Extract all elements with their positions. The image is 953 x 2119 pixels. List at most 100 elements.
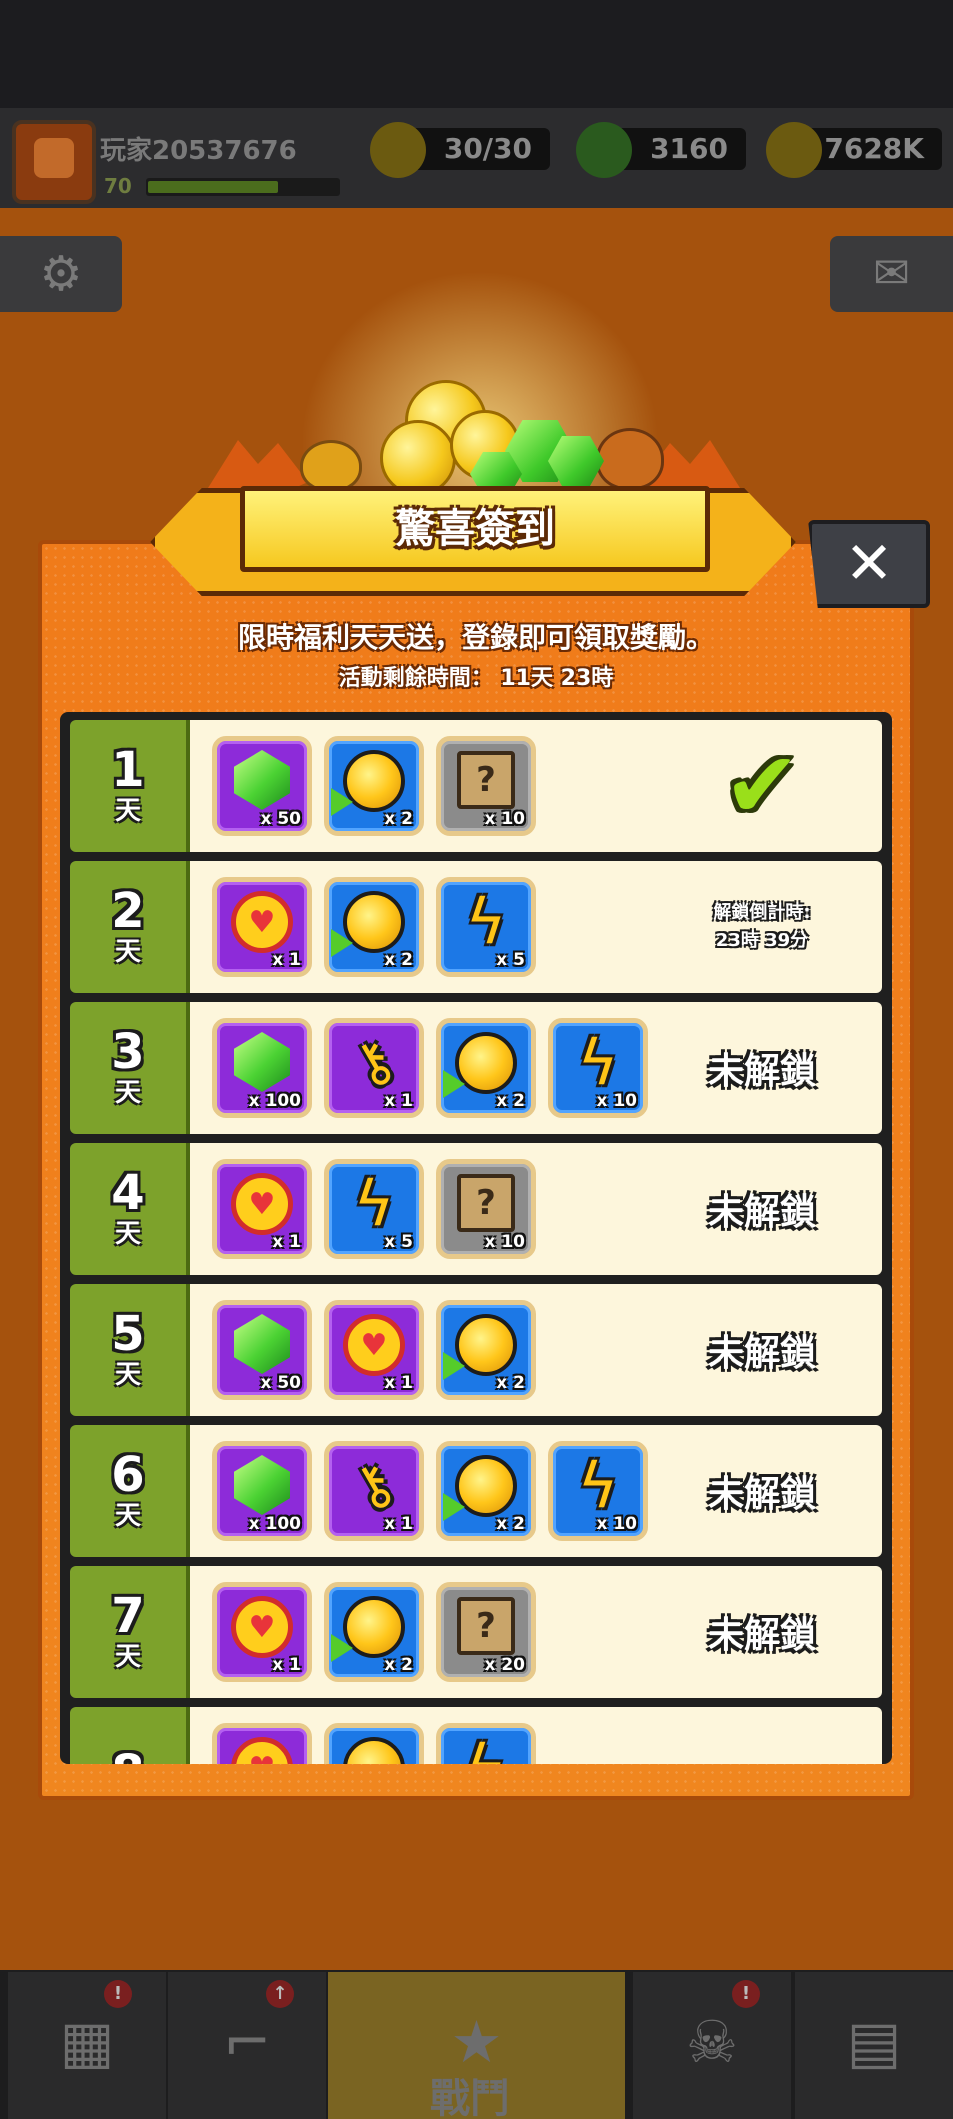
event-timer: 活動剩餘時間： 11天 23時: [338, 666, 614, 691]
day-row[interactable]: 2 天 ♥ x 1x 2ϟx 5 解鎖倒計時: 23時 39分: [70, 861, 882, 993]
reward-item[interactable]: ♥: [212, 1723, 312, 1764]
mail-button[interactable]: ✉: [830, 236, 953, 312]
gold-coin-icon: [443, 1314, 517, 1380]
day-unit: 天: [114, 937, 141, 967]
reward-quantity: x 100: [248, 1514, 301, 1534]
reward-quantity: x 10: [596, 1091, 637, 1111]
notification-dot: !: [732, 1980, 760, 2008]
reward-item[interactable]: x 2: [436, 1018, 536, 1118]
nav-map[interactable]: ▤: [795, 1972, 953, 2119]
day-label: 5天: [70, 1284, 190, 1416]
reward-item[interactable]: [324, 1723, 424, 1764]
gem-icon: [234, 1455, 290, 1515]
day-label: 8: [70, 1707, 190, 1764]
locked-status: 未解鎖: [707, 1333, 816, 1374]
reward-item[interactable]: x 100: [212, 1441, 312, 1541]
reward-item[interactable]: x 2: [324, 736, 424, 836]
heart-medal-icon: ♥: [231, 1737, 293, 1764]
player-name: 玩家20537676: [100, 136, 297, 166]
gold-coin-icon: [331, 750, 405, 816]
locked-status: 未解鎖: [707, 1615, 816, 1656]
reward-item[interactable]: ♥ x 1: [212, 877, 312, 977]
reward-item[interactable]: ♥ x 1: [212, 1159, 312, 1259]
nav-weapons[interactable]: ⌐: [168, 1972, 326, 2119]
checkmark-icon: ✔: [723, 732, 801, 839]
reward-item[interactable]: ? x 10: [436, 1159, 536, 1259]
mystery-scroll-icon: ?: [457, 1597, 515, 1655]
reward-quantity: x 1: [384, 1514, 413, 1534]
reward-item[interactable]: ϟx 10: [548, 1441, 648, 1541]
acorn-icon: [596, 428, 664, 490]
reward-item[interactable]: x 50: [212, 1300, 312, 1400]
reward-quantity: x 50: [260, 809, 301, 829]
reward-quantity: x 20: [484, 1655, 525, 1675]
countdown-label: 解鎖倒計時:: [713, 902, 811, 923]
energy-value: 30/30: [443, 132, 532, 165]
day-row: 1天 x 50 x 2? x 10 ✔: [70, 720, 882, 852]
reward-item[interactable]: ♥ x 1: [212, 1582, 312, 1682]
day-number: 1: [111, 742, 145, 798]
reward-item[interactable]: ⚷ x 1: [324, 1018, 424, 1118]
reward-quantity: x 1: [272, 1232, 301, 1252]
countdown-time: 23時 39分: [715, 930, 809, 951]
reward-quantity: x 2: [496, 1091, 525, 1111]
energy-bolt-icon: ϟ: [353, 1167, 395, 1240]
gems-value: 3160: [650, 132, 728, 165]
reward-item[interactable]: ϟx 10: [548, 1018, 648, 1118]
settings-button[interactable]: ⚙: [0, 236, 122, 312]
gem-icon: [576, 122, 632, 178]
reward-item[interactable]: ϟx 5: [324, 1159, 424, 1259]
reward-item[interactable]: ⚷ x 1: [324, 1441, 424, 1541]
reward-item[interactable]: ϟ: [436, 1723, 536, 1764]
weapon-icon: ⌐: [222, 2008, 272, 2076]
day-unit: 天: [114, 1078, 141, 1108]
reward-quantity: x 10: [484, 809, 525, 829]
reward-item[interactable]: ? x 10: [436, 736, 536, 836]
day-number: 2: [111, 883, 145, 939]
nav-skull[interactable]: ☠: [633, 1972, 791, 2119]
day-unit: 天: [114, 1642, 141, 1672]
reward-item[interactable]: x 2: [324, 877, 424, 977]
reward-list[interactable]: 1天x 50 x 2? x 10 ✔ 2 天 ♥ x 1x 2ϟx 5 解鎖倒計時: 23時 39…: [60, 712, 892, 1764]
reward-item[interactable]: ? x 20: [436, 1582, 536, 1682]
reward-item[interactable]: ϟx 5: [436, 877, 536, 977]
day-row: 6天 x 100 ⚷ x 1 x 2 ϟx 10 未解鎖: [70, 1425, 882, 1557]
day-unit: 天: [114, 796, 141, 826]
reward-item[interactable]: x 2: [436, 1441, 536, 1541]
gem-icon: [234, 750, 290, 810]
gold-coin-icon: [331, 1596, 405, 1662]
reward-row-content: ♥ x 1x 2? x 20 未解鎖: [190, 1566, 882, 1698]
day-label: 6天: [70, 1425, 190, 1557]
gem-icon: [234, 1032, 290, 1092]
modal-subtitle: 限時福利天天送，登錄即可領取獎勵。: [237, 621, 714, 654]
reward-row-content: ♥ϟ: [190, 1707, 882, 1764]
reward-item[interactable]: x 50: [212, 736, 312, 836]
day-number: 8: [111, 1748, 144, 1764]
energy-bolt-icon: ϟ: [577, 1026, 619, 1099]
reward-quantity: x 2: [496, 1373, 525, 1393]
upgrade-arrow-icon: ↑: [266, 1980, 294, 2008]
reward-quantity: x 1: [384, 1373, 413, 1393]
player-level: 70: [104, 174, 132, 198]
avatar[interactable]: [12, 120, 96, 204]
day-unit: 天: [114, 1501, 141, 1531]
day-label: 2天: [70, 861, 190, 993]
day-row: 4 天 ♥ x 1ϟx 5? x 10 未解鎖: [70, 1143, 882, 1275]
mystery-scroll-icon: ?: [457, 1174, 515, 1232]
reward-item[interactable]: x 100: [212, 1018, 312, 1118]
reward-item[interactable]: x 2: [436, 1300, 536, 1400]
day-number: 7: [111, 1588, 145, 1644]
claimed-status: ✔: [662, 720, 862, 852]
reward-row-content: ♥ x 1ϟx 5? x 10 未解鎖: [190, 1143, 882, 1275]
reward-item[interactable]: ♥ x 1: [324, 1300, 424, 1400]
modal-title: 驚喜簽到: [395, 506, 555, 552]
day-label: 1天: [70, 720, 190, 852]
reward-row-content: x 50 x 2? x 10 ✔: [190, 720, 882, 852]
day-number: 5: [111, 1306, 145, 1362]
gold-coin-icon: [331, 891, 405, 957]
gold-value: 7628K: [824, 132, 924, 165]
nav-shop[interactable]: ▦: [8, 1972, 166, 2119]
reward-item[interactable]: x 2: [324, 1582, 424, 1682]
close-icon[interactable]: ✕: [808, 520, 930, 608]
key-icon: ⚷: [340, 1025, 407, 1100]
